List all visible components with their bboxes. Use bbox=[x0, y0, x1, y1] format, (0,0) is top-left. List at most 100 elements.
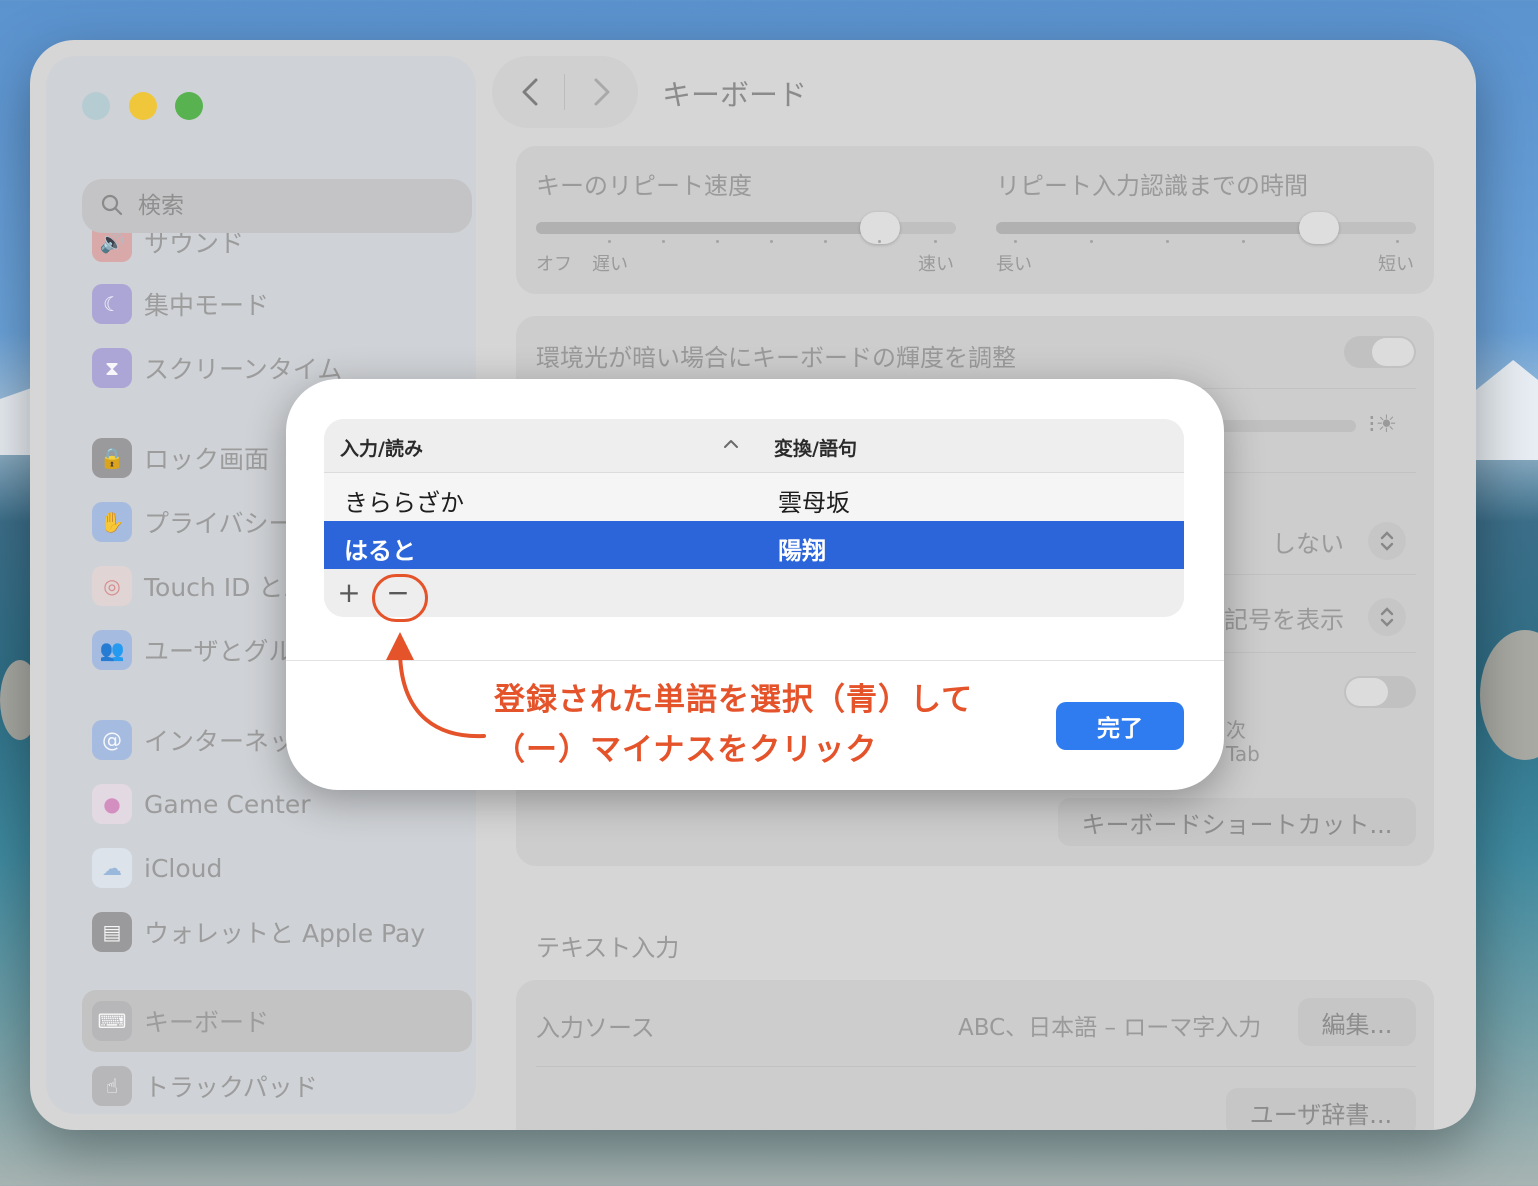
chevron-right-icon bbox=[594, 78, 610, 106]
sidebar-item-wallet[interactable]: ▤ ウォレットと Apple Pay bbox=[82, 906, 472, 958]
search-field[interactable] bbox=[82, 179, 472, 233]
keyboard-shortcuts-button[interactable]: キーボードショートカット... bbox=[1058, 798, 1416, 846]
close-window-button[interactable] bbox=[82, 92, 110, 120]
add-entry-button[interactable]: + bbox=[334, 573, 364, 611]
text-input-section-title: テキスト入力 bbox=[536, 934, 680, 962]
slider-tick bbox=[662, 240, 665, 243]
popup-stepper[interactable] bbox=[1368, 522, 1406, 560]
table-footer: + − bbox=[324, 569, 1184, 617]
cell-input: きららざか bbox=[344, 489, 464, 517]
sidebar-item-label: スクリーンタイム bbox=[144, 355, 343, 384]
back-button[interactable] bbox=[500, 56, 560, 128]
key-repeat-slider-fill bbox=[536, 222, 881, 234]
zoom-window-button[interactable] bbox=[175, 92, 203, 120]
table-row-selected[interactable]: はると 陽翔 bbox=[324, 521, 1184, 569]
sidebar-item-focus[interactable]: ☾ 集中モード bbox=[82, 278, 472, 330]
minimize-window-button[interactable] bbox=[129, 92, 157, 120]
sidebar-item-keyboard[interactable]: ⌨ キーボード bbox=[82, 990, 472, 1052]
slider-slow-label: 遅い bbox=[592, 254, 628, 275]
cloud-icon: ☁ bbox=[92, 848, 132, 888]
table-header: 入力/読み 変換/語句 bbox=[324, 419, 1184, 473]
toggle-knob bbox=[1372, 338, 1414, 366]
background-mountain-right bbox=[1476, 360, 1538, 460]
cell-input: はると bbox=[344, 537, 416, 565]
forward-button[interactable] bbox=[572, 56, 632, 128]
input-sources-label: 入力ソース bbox=[536, 1014, 655, 1042]
sidebar-item-label: ウォレットと Apple Pay bbox=[144, 919, 426, 948]
brightness-slider[interactable] bbox=[1216, 420, 1356, 432]
moon-icon: ☾ bbox=[92, 284, 132, 324]
slider-tick bbox=[770, 240, 773, 243]
cell-output: 陽翔 bbox=[778, 537, 826, 565]
slider-tick bbox=[878, 240, 881, 243]
slider-tick bbox=[1090, 240, 1093, 243]
slider-max-label: 速い bbox=[918, 254, 954, 275]
slider-min-label: オフ bbox=[536, 254, 572, 275]
up-down-chevron-icon bbox=[1380, 531, 1394, 551]
slider-tick bbox=[1166, 240, 1169, 243]
partial-label: 次 bbox=[1226, 718, 1246, 742]
key-repeat-slider-thumb[interactable] bbox=[860, 212, 901, 244]
done-button[interactable]: 完了 bbox=[1056, 702, 1184, 750]
delay-slider-fill bbox=[996, 222, 1320, 234]
search-input[interactable] bbox=[138, 189, 438, 223]
option-toggle[interactable] bbox=[1344, 676, 1416, 708]
navigation-controls bbox=[492, 56, 638, 128]
sidebar-item-icloud[interactable]: ☁ iCloud bbox=[82, 842, 472, 894]
at-icon: @ bbox=[92, 720, 132, 760]
user-dictionary-table: 入力/読み 変換/語句 きららざか 雲母坂 はると 陽翔 + − bbox=[324, 419, 1184, 617]
sidebar-item-trackpad[interactable]: ☝ トラックパッド bbox=[82, 1060, 472, 1112]
popup-stepper[interactable] bbox=[1368, 598, 1406, 636]
users-icon: 👥 bbox=[92, 630, 132, 670]
sidebar-item-label: Touch ID とパ bbox=[144, 573, 309, 602]
sidebar-item-label: ロック画面 bbox=[144, 445, 270, 474]
key-repeat-label: キーのリピート速度 bbox=[536, 172, 752, 200]
slider-tick bbox=[608, 240, 611, 243]
page-title: キーボード bbox=[662, 78, 808, 112]
lock-icon: 🔒 bbox=[92, 438, 132, 478]
partial-label: Tab bbox=[1226, 742, 1260, 766]
key-repeat-card: キーのリピート速度 オフ 遅い 速い リピート入力認識までの時間 長い 短い bbox=[516, 146, 1434, 294]
sidebar-item-label: 集中モード bbox=[144, 291, 270, 320]
brightness-icon: ⁝☀ bbox=[1368, 410, 1398, 438]
slider-tick bbox=[716, 240, 719, 243]
divider bbox=[536, 1066, 1416, 1067]
trackpad-icon: ☝ bbox=[92, 1066, 132, 1106]
cell-output: 雲母坂 bbox=[778, 489, 850, 517]
up-down-chevron-icon bbox=[1380, 607, 1394, 627]
popup-value: 記号を表示 bbox=[1224, 606, 1344, 634]
user-dictionary-button[interactable]: ユーザ辞書... bbox=[1226, 1088, 1416, 1130]
backlight-toggle[interactable] bbox=[1344, 336, 1416, 368]
slider-tick bbox=[824, 240, 827, 243]
delay-slider-thumb[interactable] bbox=[1299, 212, 1340, 244]
keyboard-icon: ⌨ bbox=[92, 1001, 132, 1041]
slider-max-label: 短い bbox=[1378, 254, 1414, 275]
game-center-icon: ● bbox=[92, 784, 132, 824]
edit-input-sources-button[interactable]: 編集... bbox=[1298, 998, 1416, 1046]
annotation-text-line1: 登録された単語を選択（青）して bbox=[494, 682, 974, 718]
table-row[interactable]: きららざか 雲母坂 bbox=[324, 473, 1184, 521]
popup-value: しない bbox=[1272, 530, 1344, 558]
slider-tick bbox=[934, 240, 937, 243]
slider-tick bbox=[1396, 240, 1399, 243]
sort-ascending-icon[interactable] bbox=[722, 437, 740, 451]
sidebar-item-label: キーボード bbox=[144, 1008, 270, 1037]
toggle-knob bbox=[1346, 678, 1388, 706]
annotation-highlight-circle bbox=[372, 574, 428, 622]
input-sources-value: ABC、日本語 – ローマ字入力 bbox=[958, 1015, 1262, 1041]
sidebar-item-label: トラックパッド bbox=[144, 1073, 318, 1102]
sidebar-item-label: Game Center bbox=[144, 789, 311, 819]
slider-min-label: 長い bbox=[996, 254, 1032, 275]
delay-until-repeat-label: リピート入力認識までの時間 bbox=[996, 172, 1308, 200]
annotation-arrow bbox=[386, 632, 486, 739]
wallet-icon: ▤ bbox=[92, 912, 132, 952]
background-rock bbox=[1480, 630, 1538, 760]
annotation-text-line2: （ー）マイナスをクリック bbox=[494, 732, 878, 768]
hourglass-icon: ⧗ bbox=[92, 348, 132, 388]
slider-tick bbox=[1014, 240, 1017, 243]
chevron-left-icon bbox=[522, 78, 538, 106]
column-header-input[interactable]: 入力/読み bbox=[340, 434, 423, 461]
column-header-output[interactable]: 変換/語句 bbox=[774, 434, 857, 461]
search-icon bbox=[101, 194, 123, 216]
fingerprint-icon: ◎ bbox=[92, 566, 132, 606]
